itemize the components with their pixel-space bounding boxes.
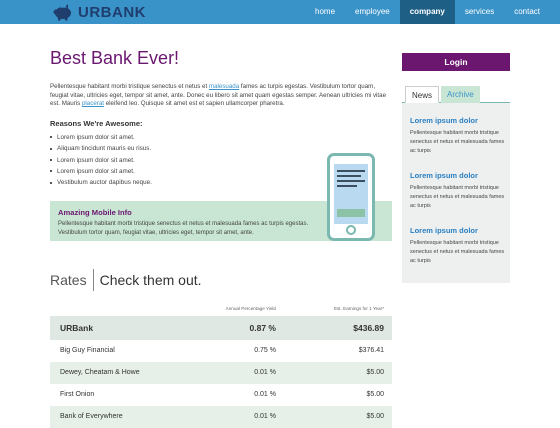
table-row: Bank of Everywhere 0.01 % $5.00 [50,406,392,428]
nav-employee[interactable]: employee [345,0,400,24]
reason-item: Lorem ipsum dolor sit amet. [50,132,152,143]
page-title: Best Bank Ever! [50,48,180,68]
intro-text: Pellentesque habitant morbi tristique se… [50,83,209,90]
table-row: Big Guy Financial 0.75 % $376.41 [50,340,392,362]
nav-home[interactable]: home [305,0,345,24]
header-bar: URBANK home employee company services co… [0,0,560,24]
malesuada-link[interactable]: malesuada [209,83,239,90]
apy-value: 0.01 % [254,369,276,376]
earnings-value: $376.41 [358,347,384,354]
reason-item: Lorem ipsum dolor sit amet. [50,166,152,177]
logo[interactable]: URBANK [52,2,146,22]
news-item: Lorem ipsum dolor Pellentesque habitant … [410,171,506,210]
intro-text: eleifend leo. Quisque sit amet est et sa… [104,100,285,108]
bank-name: Bank of Everywhere [60,413,123,420]
sidebar-tabs: News Archive [402,86,510,103]
login-button[interactable]: Login [402,53,510,71]
bank-name: URBank [60,323,94,333]
phone-screen [334,164,368,224]
news-item-title[interactable]: Lorem ipsum dolor [410,116,506,125]
bullet-icon [50,158,52,161]
bullet-icon [50,147,52,150]
news-item-text: Pellentesque habitant morbi tristique se… [410,130,505,154]
earnings-value: $5.00 [366,413,384,420]
bank-name: Dewey, Cheatam & Howe [60,369,140,376]
rates-subtitle: Check them out. [99,272,202,288]
table-row: First Onion 0.01 % $5.00 [50,384,392,406]
phone-home-button [346,225,356,235]
table-row: Dewey, Cheatam & Howe 0.01 % $5.00 [50,362,392,384]
divider [92,269,94,291]
apy-column-header: Annual Percentage Yield [225,306,276,311]
earnings-value: $5.00 [366,369,384,376]
rates-label: Rates [50,272,87,288]
news-item-text: Pellentesque habitant morbi tristique se… [410,240,505,264]
reason-item: Lorem ipsum dolor sit amet. [50,155,152,166]
earnings-value: $5.00 [366,391,384,398]
news-item-title[interactable]: Lorem ipsum dolor [410,226,506,235]
rates-table: URBank 0.87 % $436.89 Big Guy Financial … [50,316,392,428]
tab-news[interactable]: News [405,86,440,103]
earnings-column-header: Est. Earnings for 1 Year* [333,306,384,311]
piggy-bank-icon [53,4,71,21]
mobile-info-text: Pellentesque habitant morbi tristique se… [58,221,309,236]
bank-name: First Onion [60,391,95,398]
phone-illustration-icon [327,153,375,241]
brand-name: URBANK [78,3,146,21]
news-item-title[interactable]: Lorem ipsum dolor [410,171,506,180]
placerat-link[interactable]: placerat [82,100,104,107]
news-item: Lorem ipsum dolor Pellentesque habitant … [410,226,506,265]
tab-archive[interactable]: Archive [441,86,480,103]
apy-value: 0.75 % [254,347,276,354]
intro-paragraph: Pellentesque habitant morbi tristique se… [50,83,390,109]
bank-name: Big Guy Financial [60,347,115,354]
mobile-info-title: Amazing Mobile Info [58,208,132,217]
reason-item: Vestibulum auctor dapibus neque. [50,177,152,188]
reasons-list: Lorem ipsum dolor sit amet. Aliquam tinc… [50,132,152,188]
reason-item: Aliquam tincidunt mauris eu risus. [50,143,152,154]
nav-contact[interactable]: contact [504,0,550,24]
bullet-icon [50,170,52,173]
apy-value: 0.01 % [254,413,276,420]
main-nav: home employee company services contact [305,0,550,24]
rates-header: Rates Check them out. [50,269,202,291]
bullet-icon [50,181,52,184]
news-item: Lorem ipsum dolor Pellentesque habitant … [410,116,506,155]
earnings-value: $436.89 [353,323,384,333]
nav-company[interactable]: company [399,0,455,24]
reasons-heading: Reasons We're Awesome: [50,119,143,128]
apy-value: 0.01 % [254,391,276,398]
news-item-text: Pellentesque habitant morbi tristique se… [410,185,505,209]
bullet-icon [50,136,52,139]
table-row: URBank 0.87 % $436.89 [50,316,392,340]
apy-value: 0.87 % [249,323,276,333]
nav-services[interactable]: services [455,0,504,24]
news-panel: Lorem ipsum dolor Pellentesque habitant … [402,103,510,283]
